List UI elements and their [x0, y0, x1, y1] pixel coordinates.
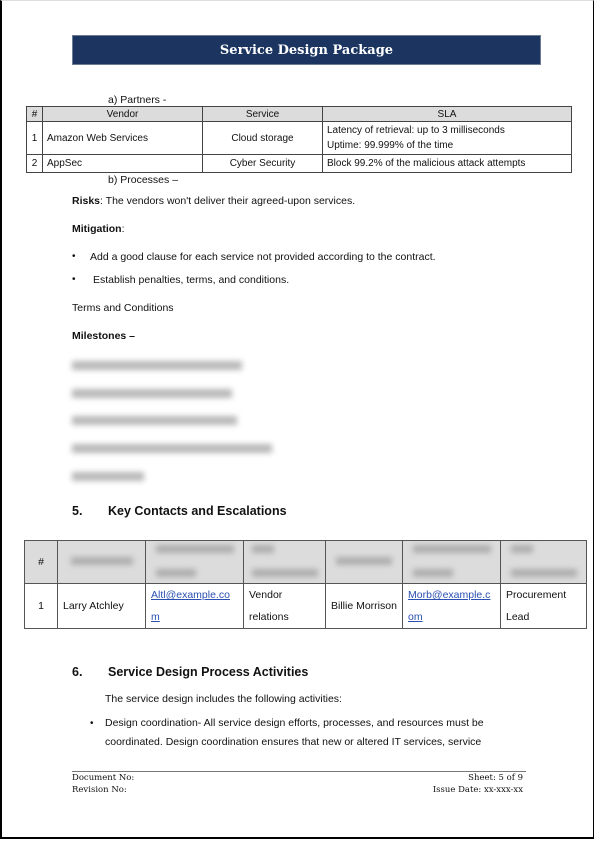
service-cell: Cyber Security	[202, 154, 323, 173]
section-6-heading: 6. Service Design Process Activities	[72, 665, 308, 679]
redacted-header	[243, 540, 326, 584]
list-item: • Add a good clause for each service not…	[72, 251, 436, 263]
escalation-email-link[interactable]: Morb@example.com	[408, 589, 490, 623]
section-6-intro: The service design includes the followin…	[105, 693, 342, 705]
col-header-num: #	[26, 106, 43, 122]
terms-label: Terms and Conditions	[72, 302, 174, 314]
escalation-role: Procurement Lead	[500, 583, 587, 629]
col-header-sla: SLA	[322, 106, 572, 122]
redacted-milestone	[72, 416, 237, 425]
redacted-milestone	[72, 361, 242, 370]
redacted-milestone	[72, 444, 272, 453]
service-cell: Cloud storage	[202, 121, 323, 155]
col-header-num: #	[24, 540, 58, 584]
section-title: Key Contacts and Escalations	[108, 504, 287, 518]
redacted-header	[145, 540, 244, 584]
table-row: 1 Larry Atchley Altl@example.com Vendor …	[24, 583, 587, 629]
contact-email-cell: Altl@example.com	[145, 583, 244, 629]
sla-cell: Latency of retrieval: up to 3 millisecon…	[322, 121, 572, 155]
table-row: 2 AppSec Cyber Security Block 99.2% of t…	[26, 154, 572, 173]
issue-date: Issue Date: xx-xxx-xx	[432, 785, 523, 795]
risks-text: : The vendors won't deliver their agreed…	[100, 195, 356, 207]
sla-line: Uptime: 99.999% of the time	[327, 140, 454, 151]
contact-email-link[interactable]: Altl@example.com	[151, 589, 230, 623]
vendor-cell: Amazon Web Services	[42, 121, 203, 155]
escalation-email-cell: Morb@example.com	[402, 583, 501, 629]
partners-label: a) Partners -	[108, 94, 167, 106]
row-num: 1	[24, 583, 58, 629]
mitigation-item: Add a good clause for each service not p…	[90, 251, 436, 263]
section-number: 5.	[72, 504, 83, 518]
section-5-heading: 5. Key Contacts and Escalations	[72, 504, 287, 518]
redacted-milestone	[72, 472, 144, 481]
mitigation-colon: :	[121, 223, 125, 235]
key-contacts-table: # 1 Larry Atchley Altl@example.com Vendo…	[24, 540, 587, 629]
risks-label: Risks	[72, 195, 101, 207]
bullet-icon: •	[72, 251, 76, 262]
vendor-cell: AppSec	[42, 154, 203, 173]
partners-table: # Vendor Service SLA 1 Amazon Web Servic…	[26, 106, 572, 173]
redacted-header	[57, 540, 146, 584]
contact-name: Larry Atchley	[57, 583, 146, 629]
col-header-vendor: Vendor	[42, 106, 203, 122]
contact-role: Vendor relations	[243, 583, 326, 629]
footer-divider	[72, 771, 526, 772]
risks-paragraph: Risks: The vendors won't deliver their a…	[72, 195, 355, 207]
revision-no-label: Revision No:	[72, 785, 127, 795]
col-header-service: Service	[202, 106, 323, 122]
section-number: 6.	[72, 665, 83, 679]
redacted-milestone	[72, 389, 232, 398]
processes-label: b) Processes –	[108, 174, 179, 186]
contacts-table-header: #	[24, 540, 587, 584]
sla-cell: Block 99.2% of the malicious attack atte…	[322, 154, 572, 173]
document-no-label: Document No:	[72, 773, 135, 783]
escalation-name: Billie Morrison	[325, 583, 403, 629]
sla-line: Latency of retrieval: up to 3 millisecon…	[327, 125, 505, 136]
section-title: Service Design Process Activities	[108, 665, 309, 679]
sla-line: Block 99.2% of the malicious attack atte…	[327, 158, 526, 169]
bullet-icon: •	[90, 718, 94, 729]
row-num: 2	[26, 154, 43, 173]
milestones-label: Milestones –	[72, 330, 136, 342]
redacted-header	[500, 540, 587, 584]
document-title-bar: Service Design Package	[72, 35, 541, 65]
redacted-header	[325, 540, 403, 584]
document-title: Service Design Package	[219, 42, 394, 58]
table-row: 1 Amazon Web Services Cloud storage Late…	[26, 121, 572, 155]
row-num: 1	[26, 121, 43, 155]
activity-item: Design coordination- All service design …	[105, 717, 484, 748]
mitigation-item: Establish penalties, terms, and conditio…	[93, 274, 290, 286]
mitigation-heading: Mitigation:	[72, 223, 125, 235]
redacted-header	[402, 540, 501, 584]
partners-table-header: # Vendor Service SLA	[26, 106, 572, 122]
bullet-icon: •	[72, 274, 76, 285]
list-item: • Design coordination- All service desig…	[90, 714, 505, 752]
mitigation-label: Mitigation	[72, 223, 122, 235]
sheet-number: Sheet: 5 of 9	[468, 773, 523, 783]
list-item: • Establish penalties, terms, and condit…	[72, 274, 289, 286]
